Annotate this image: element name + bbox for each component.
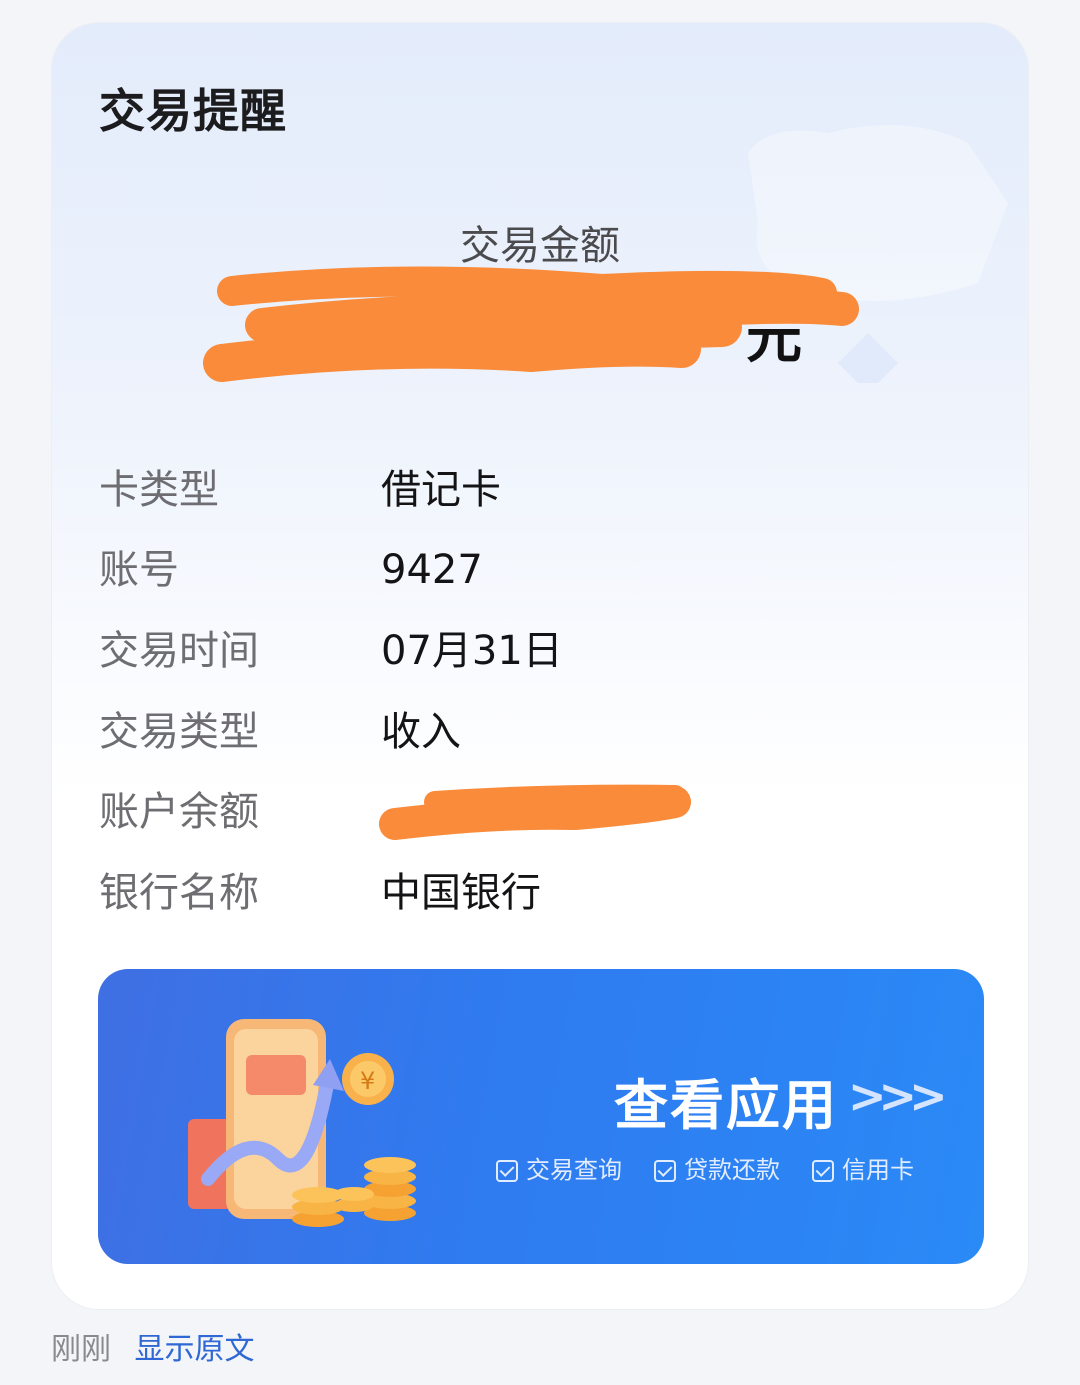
amount-redaction-scribble [203,266,859,382]
message-footer: 刚刚 显示原文 [51,1330,255,1370]
row-bank-name: 银行名称 中国银行 [99,863,979,923]
account-balance-label: 账户余额 [99,789,259,835]
balance-redaction-scribble [379,784,691,840]
feature-credit-card[interactable]: 信用卡 [812,1153,914,1187]
transaction-type-label: 交易类型 [99,709,259,755]
row-account-number: 账号 9427 [99,540,979,600]
checkbox-icon [496,1160,518,1182]
row-account-balance: 账户余额 [99,782,979,842]
transaction-time-value: 07月31日 [381,628,563,674]
feature-transaction-query[interactable]: 交易查询 [496,1153,622,1187]
checkbox-icon [812,1160,834,1182]
row-transaction-time: 交易时间 07月31日 [99,621,979,681]
view-app-banner[interactable]: ¥ 查看应用 >>> 交易查询 贷款还款 信用卡 [98,969,984,1264]
account-number-value: 9427 [381,547,483,593]
svg-text:¥: ¥ [360,1067,375,1095]
transaction-alert-card[interactable]: 交易提醒 交易金额 元 卡类型 借记卡 账号 9427 交易时间 07月31日 … [51,22,1029,1310]
feature-label: 贷款还款 [684,1156,780,1184]
card-type-label: 卡类型 [99,467,219,513]
show-original-link[interactable]: 显示原文 [135,1332,255,1367]
feature-label: 信用卡 [842,1156,914,1184]
row-transaction-type: 交易类型 收入 [99,702,979,762]
bank-name-value: 中国银行 [381,870,541,916]
row-card-type: 卡类型 借记卡 [99,460,979,520]
transaction-type-value: 收入 [381,709,461,755]
transaction-time-label: 交易时间 [99,628,259,674]
feature-label: 交易查询 [526,1156,622,1184]
feature-loan-repayment[interactable]: 贷款还款 [654,1153,780,1187]
view-app-title[interactable]: 查看应用 [614,1061,838,1140]
card-title: 交易提醒 [99,84,287,138]
phone-coins-illustration: ¥ [188,1019,416,1227]
bank-name-label: 银行名称 [99,870,259,916]
account-number-label: 账号 [99,547,179,593]
card-type-value: 借记卡 [381,467,501,513]
amount-display: 元 [202,253,862,403]
timestamp: 刚刚 [51,1332,111,1367]
checkbox-icon [654,1160,676,1182]
chevron-right-icon: >>> [848,1069,948,1123]
